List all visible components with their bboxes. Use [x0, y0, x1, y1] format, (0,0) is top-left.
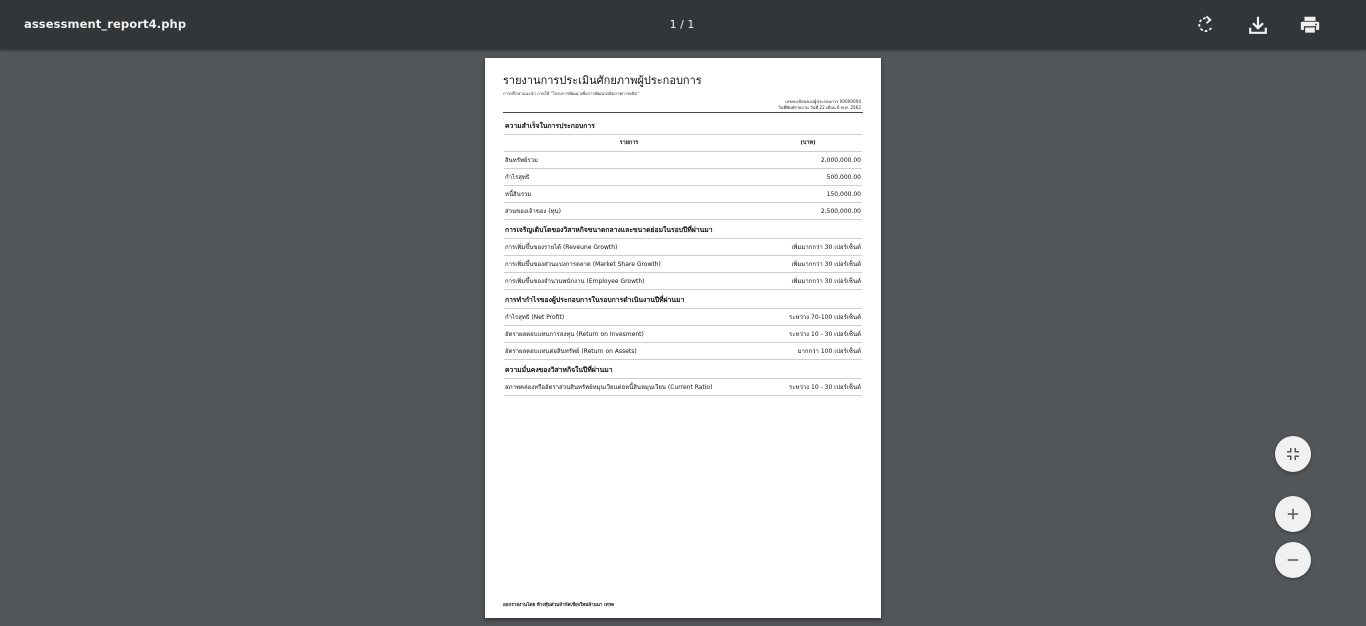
row-label: การเพิ่มขึ้นของรายได้ (Reveune Growth) [504, 238, 754, 256]
report-table: ความสำเร็จในการประกอบการ รายการ (บาท) สิ… [504, 116, 862, 396]
row-value: มากกว่า 100 เปอร์เซ็นต์ [754, 342, 862, 360]
row-value: 500,000.00 [754, 168, 862, 186]
section-header: ความมั่นคงของวิสาหกิจในปีที่ผ่านมา [504, 359, 862, 379]
pdf-page: รายงานการประเมินศักยภาพผู้ประกอบการ การป… [485, 58, 881, 618]
table-row: ส่วนของเจ้าของ (ทุน) 2,500,000.00 [504, 202, 862, 220]
row-label: ส่วนของเจ้าของ (ทุน) [504, 202, 754, 220]
page-indicator: 1 / 1 [669, 18, 695, 31]
table-row: สภาพคล่องหรืออัตราส่วนสินทรัพย์หมุนเวียน… [504, 378, 862, 396]
row-label: สินทรัพย์รวม [504, 151, 754, 169]
rotate-icon [1198, 15, 1213, 32]
row-value: 150,000.00 [754, 185, 862, 203]
report-title: รายงานการประเมินศักยภาพผู้ประกอบการ [503, 74, 702, 87]
fit-page-button[interactable] [1275, 436, 1311, 472]
column-header-unit: (บาท) [754, 134, 862, 152]
table-row: การเพิ่มขึ้นของส่วนแบ่งการตลาด (Market S… [504, 255, 862, 273]
table-row: อัตราผลตอบแทนการลงทุน (Return on Invesme… [504, 325, 862, 343]
download-icon [1249, 16, 1267, 34]
row-value: ระหว่าง 70-100 เปอร์เซ็นต์ [754, 308, 862, 326]
row-value: 2,500,000.00 [754, 202, 862, 220]
table-row: กำไรสุทธิ (Net Profit) ระหว่าง 70-100 เป… [504, 308, 862, 326]
print-date: วันที่พิมพ์รายงาน วันที่ 22 เดือน 6 พ.ศ.… [778, 105, 861, 110]
table-row: หนี้สินรวม 150,000.00 [504, 185, 862, 203]
zoom-in-button[interactable] [1275, 496, 1311, 532]
row-label: อัตราผลตอบแทนการลงทุน (Return on Invesme… [504, 325, 754, 343]
zoom-out-icon [1287, 559, 1299, 561]
zoom-out-button[interactable] [1275, 542, 1311, 578]
row-value: ระหว่าง 10 - 30 เปอร์เซ็นต์ [754, 325, 862, 343]
row-label: การเพิ่มขึ้นของจำนวนพนักงาน (Employee Gr… [504, 272, 754, 290]
table-row: สินทรัพย์รวม 2,000,000.00 [504, 151, 862, 169]
document-filename: assessment_report4.php [24, 17, 187, 31]
table-row: การเพิ่มขึ้นของรายได้ (Reveune Growth) เ… [504, 238, 862, 256]
pdf-toolbar: assessment_report4.php 1 / 1 [0, 0, 1366, 49]
report-subtitle: การปรึกษาแนะนำ ภายใต้ "โครงการพัฒนาเพื่อ… [503, 91, 639, 96]
table-row: อัตราผลตอบแทนต่อสินทรัพย์ (Return on Ass… [504, 342, 862, 360]
row-label: สภาพคล่องหรืออัตราส่วนสินทรัพย์หมุนเวียน… [504, 378, 754, 396]
rotate-button[interactable] [1192, 11, 1220, 39]
row-label: หนี้สินรวม [504, 185, 754, 203]
report-footer: ออกรายงานโดย ห้างหุ้นส่วนจำกัดเชียงใหม่ล… [503, 603, 615, 608]
row-value: 2,000,000.00 [754, 151, 862, 169]
row-value: เพิ่มมากกว่า 30 เปอร์เซ็นต์ [754, 272, 862, 290]
row-value: เพิ่มมากกว่า 30 เปอร์เซ็นต์ [754, 238, 862, 256]
section-title: ความสำเร็จในการประกอบการ [504, 116, 862, 135]
table-row: การเพิ่มขึ้นของจำนวนพนักงาน (Employee Gr… [504, 272, 862, 290]
section-header: การทำกำไรของผู้ประกอบการในรอบการดำเนินงา… [504, 289, 862, 309]
row-value: เพิ่มมากกว่า 30 เปอร์เซ็นต์ [754, 255, 862, 273]
section-title: การเจริญเติบโตของวิสาหกิจขนาดกลางและขนาด… [504, 219, 862, 239]
row-label: อัตราผลตอบแทนต่อสินทรัพย์ (Return on Ass… [504, 342, 754, 360]
section-header: การเจริญเติบโตของวิสาหกิจขนาดกลางและขนาด… [504, 219, 862, 239]
zoom-in-icon [1287, 508, 1299, 520]
report-meta: เลขทะเบียนของผู้ประกอบการ 00000004 วันที… [778, 99, 861, 111]
print-button[interactable] [1296, 11, 1324, 39]
fit-page-icon [1287, 448, 1299, 460]
row-value: ระหว่าง 10 - 30 เปอร์เซ็นต์ [754, 378, 862, 396]
section-title: การทำกำไรของผู้ประกอบการในรอบการดำเนินงา… [504, 289, 862, 309]
section-title: ความมั่นคงของวิสาหกิจในปีที่ผ่านมา [504, 359, 862, 379]
download-button[interactable] [1244, 11, 1272, 39]
row-label: กำไรสุทธิ [504, 168, 754, 186]
column-header-row: รายการ (บาท) [504, 134, 862, 152]
table-row: กำไรสุทธิ 500,000.00 [504, 168, 862, 186]
section-header: ความสำเร็จในการประกอบการ [504, 116, 862, 135]
row-label: กำไรสุทธิ (Net Profit) [504, 308, 754, 326]
column-header-item: รายการ [504, 134, 754, 152]
print-icon [1300, 16, 1320, 34]
title-divider [503, 112, 863, 113]
row-label: การเพิ่มขึ้นของส่วนแบ่งการตลาด (Market S… [504, 255, 754, 273]
